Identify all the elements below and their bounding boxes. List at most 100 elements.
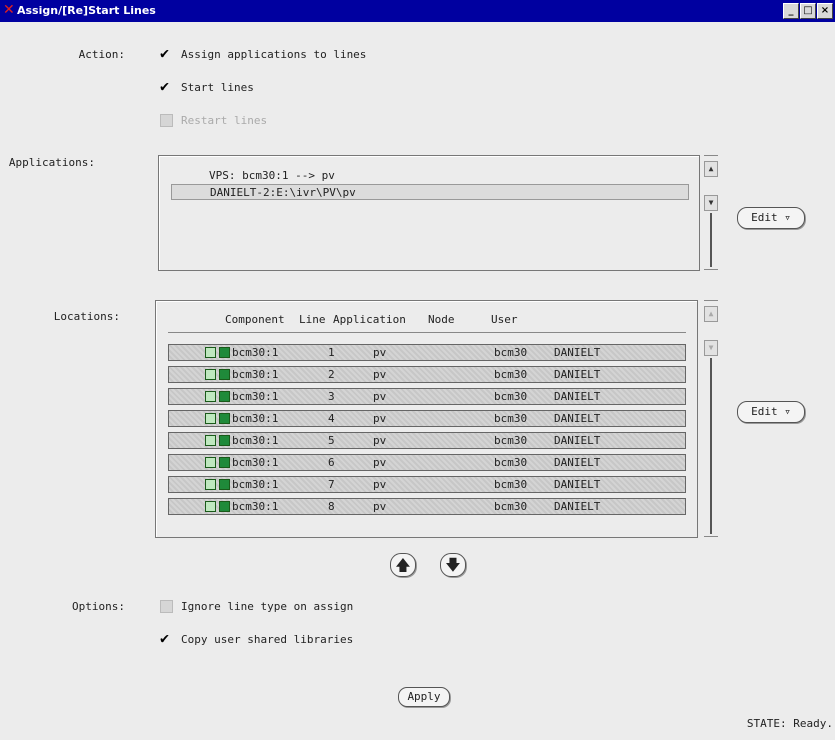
table-row[interactable]: bcm30:1 8 pv bcm30 DANIELT <box>168 498 686 515</box>
cell-application: pv <box>373 478 387 491</box>
scroll-up-icon[interactable]: ▲ <box>704 306 718 322</box>
cell-user: DANIELT <box>554 346 601 359</box>
cell-node: bcm30 <box>494 390 528 403</box>
col-application-header: Application <box>333 313 406 326</box>
ignore-line-type-checkbox[interactable]: Ignore line type on assign <box>160 600 353 613</box>
col-node-header: Node <box>428 313 455 326</box>
line-status-icon <box>205 369 216 380</box>
close-button[interactable]: × <box>817 3 833 19</box>
locations-scrollbar[interactable]: ▲ ▼ <box>704 300 718 538</box>
copy-shared-libraries-label: Copy user shared libraries <box>181 633 354 646</box>
cell-line: 4 <box>328 412 335 425</box>
cell-node: bcm30 <box>494 412 528 425</box>
cell-node: bcm30 <box>494 368 528 381</box>
cell-component: bcm30:1 <box>232 500 279 513</box>
assign-applications-label: Assign applications to lines <box>181 48 367 61</box>
cell-application: pv <box>373 390 387 403</box>
cell-application: pv <box>373 346 387 359</box>
cell-application: pv <box>373 456 387 469</box>
start-lines-label: Start lines <box>181 81 254 94</box>
move-up-button[interactable]: 🡅 <box>390 553 416 577</box>
line-component-icon <box>219 391 230 402</box>
cell-user: DANIELT <box>554 456 601 469</box>
restart-lines-checkbox: Restart lines <box>160 114 267 127</box>
scroll-down-icon[interactable]: ▼ <box>704 340 718 356</box>
cell-component: bcm30:1 <box>232 434 279 447</box>
line-component-icon <box>219 479 230 490</box>
line-status-icon <box>205 501 216 512</box>
minimize-button[interactable]: _ <box>783 3 799 19</box>
window-controls: _ □ × <box>783 3 833 19</box>
line-status-icon <box>205 457 216 468</box>
scroll-track[interactable] <box>710 358 712 534</box>
table-row[interactable]: bcm30:1 7 pv bcm30 DANIELT <box>168 476 686 493</box>
cell-user: DANIELT <box>554 500 601 513</box>
applications-label: Applications: <box>8 156 95 169</box>
arrow-up-icon: 🡅 <box>395 556 411 574</box>
applications-scrollbar[interactable]: ▲ ▼ <box>704 155 718 271</box>
table-row[interactable]: bcm30:1 5 pv bcm30 DANIELT <box>168 432 686 449</box>
cell-user: DANIELT <box>554 368 601 381</box>
status-text: STATE: Ready. <box>746 717 833 730</box>
cell-user: DANIELT <box>554 412 601 425</box>
scroll-cap <box>704 536 718 537</box>
copy-shared-libraries-checkbox[interactable]: Copy user shared libraries <box>160 629 354 647</box>
cell-node: bcm30 <box>494 456 528 469</box>
applications-edit-button[interactable]: Edit ▿ <box>737 207 805 229</box>
scroll-track[interactable] <box>710 213 712 267</box>
line-component-icon <box>219 501 230 512</box>
application-item[interactable]: VPS: bcm30:1 --> pv <box>171 168 335 184</box>
application-item-selected[interactable]: DANIELT-2:E:\ivr\PV\pv <box>171 184 689 200</box>
cell-line: 5 <box>328 434 335 447</box>
restart-lines-label: Restart lines <box>181 114 268 127</box>
applications-list[interactable]: VPS: bcm30:1 --> pv DANIELT-2:E:\ivr\PV\… <box>158 155 700 271</box>
table-row[interactable]: bcm30:1 2 pv bcm30 DANIELT <box>168 366 686 383</box>
cell-component: bcm30:1 <box>232 390 279 403</box>
unchecked-box-icon <box>160 600 173 613</box>
cell-application: pv <box>373 412 387 425</box>
col-component-header: Component <box>225 313 285 326</box>
line-component-icon <box>219 413 230 424</box>
cell-user: DANIELT <box>554 434 601 447</box>
checkmark-icon <box>160 77 173 95</box>
locations-edit-button[interactable]: Edit ▿ <box>737 401 805 423</box>
app-close-icon[interactable]: ✕ <box>3 2 15 18</box>
cell-component: bcm30:1 <box>232 478 279 491</box>
line-status-icon <box>205 479 216 490</box>
line-status-icon <box>205 435 216 446</box>
cell-line: 3 <box>328 390 335 403</box>
line-component-icon <box>219 369 230 380</box>
options-label: Options: <box>72 600 125 613</box>
table-row[interactable]: bcm30:1 6 pv bcm30 DANIELT <box>168 454 686 471</box>
locations-table[interactable]: Component Line Application Node User bcm… <box>155 300 698 538</box>
cell-application: pv <box>373 500 387 513</box>
assign-applications-checkbox[interactable]: Assign applications to lines <box>160 44 367 62</box>
cell-node: bcm30 <box>494 478 528 491</box>
line-status-icon <box>205 347 216 358</box>
locations-label: Locations: <box>53 310 120 323</box>
maximize-button[interactable]: □ <box>800 3 816 19</box>
cell-line: 8 <box>328 500 335 513</box>
cell-line: 6 <box>328 456 335 469</box>
line-component-icon <box>219 435 230 446</box>
arrow-down-icon: 🡇 <box>445 556 461 574</box>
col-user-header: User <box>491 313 518 326</box>
window-title: Assign/[Re]Start Lines <box>17 4 156 17</box>
scroll-down-icon[interactable]: ▼ <box>704 195 718 211</box>
line-status-icon <box>205 391 216 402</box>
scroll-up-icon[interactable]: ▲ <box>704 161 718 177</box>
table-row[interactable]: bcm30:1 4 pv bcm30 DANIELT <box>168 410 686 427</box>
title-bar: ✕ Assign/[Re]Start Lines _ □ × <box>0 0 835 22</box>
apply-button[interactable]: Apply <box>398 687 450 707</box>
table-row[interactable]: bcm30:1 1 pv bcm30 DANIELT <box>168 344 686 361</box>
move-down-button[interactable]: 🡇 <box>440 553 466 577</box>
line-status-icon <box>205 413 216 424</box>
table-row[interactable]: bcm30:1 3 pv bcm30 DANIELT <box>168 388 686 405</box>
cell-line: 7 <box>328 478 335 491</box>
checkmark-icon <box>160 44 173 62</box>
action-label: Action: <box>78 48 125 61</box>
cell-node: bcm30 <box>494 500 528 513</box>
start-lines-checkbox[interactable]: Start lines <box>160 77 254 95</box>
cell-application: pv <box>373 434 387 447</box>
checkmark-icon <box>160 629 173 647</box>
